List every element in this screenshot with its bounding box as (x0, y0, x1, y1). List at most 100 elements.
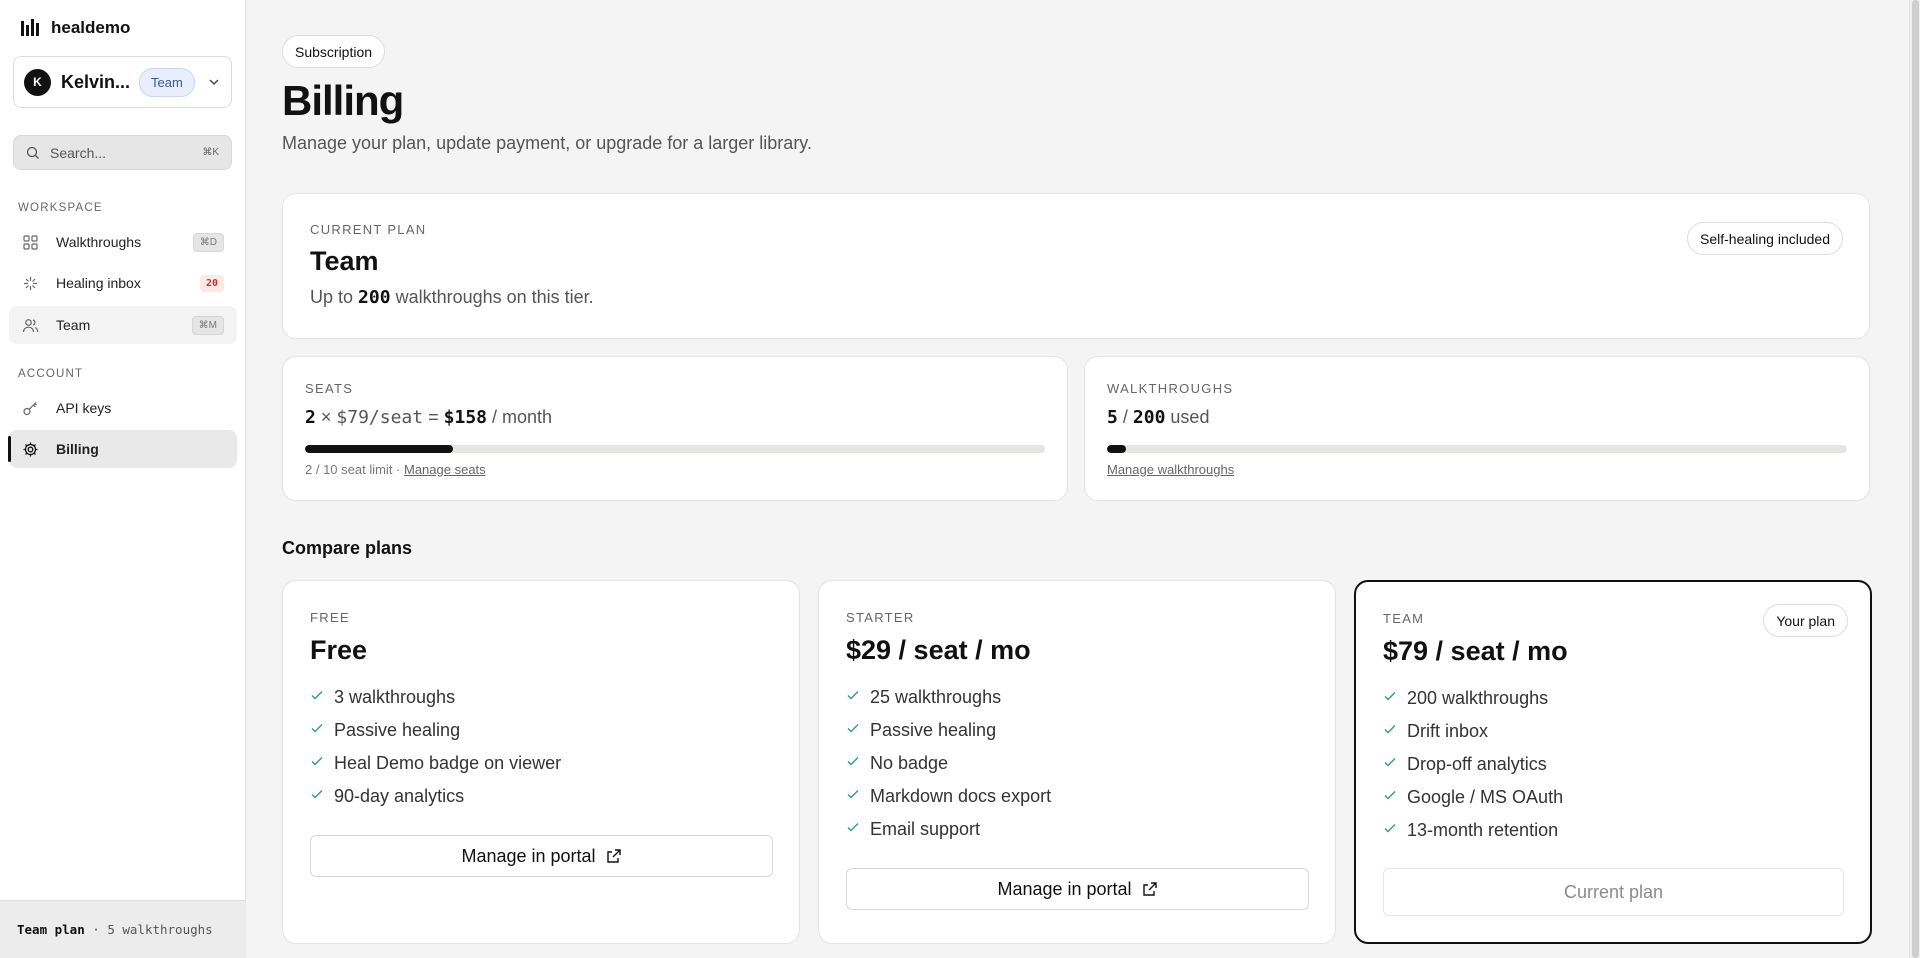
walkthroughs-label: WALKTHROUGHS (1107, 381, 1234, 396)
feature-item: 25 walkthroughs (846, 687, 1051, 720)
walkthroughs-usage: 5 / 200 used (1107, 407, 1209, 428)
search-shortcut: ⌘K (202, 147, 219, 158)
brand[interactable]: healdemo (20, 18, 130, 38)
feature-item: Email support (846, 819, 1051, 852)
current-plan-card: CURRENT PLAN Team Up to 200 walkthroughs… (282, 193, 1870, 339)
workspace-switcher[interactable]: K Kelvin... Team (13, 56, 232, 108)
bars-logo-icon (21, 19, 39, 36)
plan-card-free: FREE Free 3 walkthroughs Passive healing… (282, 580, 800, 944)
workspace-plan-badge: Team (139, 67, 195, 97)
page-subtitle: Manage your plan, update payment, or upg… (282, 133, 812, 153)
account-section-label: ACCOUNT (18, 368, 84, 380)
feature-text: 200 walkthroughs (1407, 688, 1549, 708)
feature-text: Markdown docs export (870, 786, 1052, 806)
main-content: Subscription Billing Manage your plan, u… (247, 0, 1909, 958)
feature-item: 200 walkthroughs (1383, 688, 1563, 721)
count-badge: 20 (199, 274, 224, 292)
desc-prefix: Up to (310, 287, 354, 307)
grid-icon (23, 234, 38, 250)
check-icon (1384, 692, 1396, 701)
button-label: Manage in portal (461, 845, 596, 866)
button-label: Manage in portal (997, 878, 1132, 899)
feature-list: 25 walkthroughs Passive healing No badge… (846, 687, 1051, 852)
feature-list: 3 walkthroughs Passive healing Heal Demo… (310, 687, 561, 819)
plan-card-starter: STARTER $29 / seat / mo 25 walkthroughs … (818, 580, 1336, 944)
feature-item: Google / MS OAuth (1383, 787, 1563, 820)
check-icon (847, 691, 859, 700)
workspace-name: Kelvin... (61, 71, 131, 92)
compare-plans-title: Compare plans (282, 538, 413, 558)
search-placeholder: Search... (50, 144, 107, 161)
sidebar-item-label: Walkthroughs (56, 234, 142, 250)
gear-icon (23, 442, 38, 456)
feature-item: 3 walkthroughs (310, 687, 561, 720)
seat-limit-text: 2 / 10 seat limit · (305, 462, 401, 477)
sidebar-item-walkthroughs[interactable]: Walkthroughs ⌘D (9, 223, 237, 261)
shortcut-badge: ⌘M (191, 315, 224, 335)
avatar: K (24, 68, 51, 96)
sidebar-item-api-keys[interactable]: API keys (9, 389, 237, 427)
search-input[interactable]: Search... ⌘K (13, 135, 232, 170)
page-title: Billing (282, 77, 404, 124)
page-scrollbar[interactable] (1909, 0, 1920, 958)
scrollbar-thumb[interactable] (1912, 0, 1919, 958)
sparkle-icon (24, 276, 37, 290)
sidebar-item-healing-inbox[interactable]: Healing inbox 20 (9, 264, 237, 302)
plan-summary: Team plan · 5 walkthroughs (0, 900, 246, 958)
desc-number: 200 (358, 287, 391, 308)
sidebar-item-billing[interactable]: Billing (8, 430, 237, 468)
tier-label: FREE (310, 610, 350, 625)
check-icon (311, 724, 323, 733)
seat-total: $158 (443, 407, 487, 428)
sidebar-item-label: Healing inbox (56, 275, 141, 291)
seat-price: $79/seat (336, 407, 424, 428)
walkthroughs-progress (1107, 445, 1847, 453)
check-icon (1384, 725, 1396, 734)
manage-walkthroughs-link[interactable]: Manage walkthroughs (1107, 462, 1234, 477)
manage-in-portal-button[interactable]: Manage in portal (310, 835, 773, 877)
shortcut-badge: ⌘D (192, 232, 224, 252)
footer-plan: Team plan (17, 922, 85, 937)
feature-item: Drift inbox (1383, 721, 1563, 754)
chevron-down-icon (209, 79, 219, 85)
footer-detail: · 5 walkthroughs (92, 922, 213, 937)
feature-text: 25 walkthroughs (870, 687, 1002, 707)
check-icon (1384, 824, 1396, 833)
check-icon (847, 757, 859, 766)
manage-in-portal-button[interactable]: Manage in portal (846, 868, 1309, 910)
feature-text: 13-month retention (1407, 820, 1559, 840)
plan-card-team: TEAM Your plan $79 / seat / mo 200 walkt… (1354, 580, 1872, 944)
tier-price: $29 / seat / mo (846, 635, 1031, 665)
sidebar-item-label: Billing (56, 441, 99, 457)
seat-count: 2 (305, 407, 316, 428)
feature-text: 90-day analytics (334, 786, 465, 806)
check-icon (311, 757, 323, 766)
brand-name: healdemo (51, 18, 131, 37)
tier-label: TEAM (1383, 611, 1425, 626)
sidebar-item-label: API keys (56, 400, 112, 416)
feature-item: Markdown docs export (846, 786, 1051, 819)
seats-progress-fill (305, 445, 453, 453)
walkthroughs-card: WALKTHROUGHS 5 / 200 used Manage walkthr… (1084, 356, 1870, 501)
feature-item: Heal Demo badge on viewer (310, 753, 561, 786)
desc-suffix: walkthroughs on this tier. (395, 287, 594, 307)
check-icon (1384, 758, 1396, 767)
feature-text: No badge (870, 753, 949, 773)
workspace-section-label: WORKSPACE (18, 202, 103, 214)
manage-seats-link[interactable]: Manage seats (404, 462, 486, 477)
users-icon (22, 318, 39, 332)
equals-sign: = (428, 407, 439, 427)
search-icon (26, 146, 39, 159)
feature-text: Heal Demo badge on viewer (334, 753, 562, 773)
tier-price: Free (310, 635, 368, 665)
external-link-icon (1142, 882, 1157, 896)
feature-item: 90-day analytics (310, 786, 561, 819)
sidebar: healdemo K Kelvin... Team Search... ⌘K W… (0, 0, 246, 958)
sidebar-item-team[interactable]: Team ⌘M (9, 306, 237, 344)
check-icon (311, 790, 323, 799)
feature-item: Passive healing (310, 720, 561, 753)
feature-text: Drop-off analytics (1407, 754, 1547, 774)
walkthroughs-note: Manage walkthroughs (1107, 462, 1234, 477)
current-plan-button: Current plan (1383, 868, 1844, 916)
seats-note: 2 / 10 seat limit · Manage seats (305, 462, 486, 477)
